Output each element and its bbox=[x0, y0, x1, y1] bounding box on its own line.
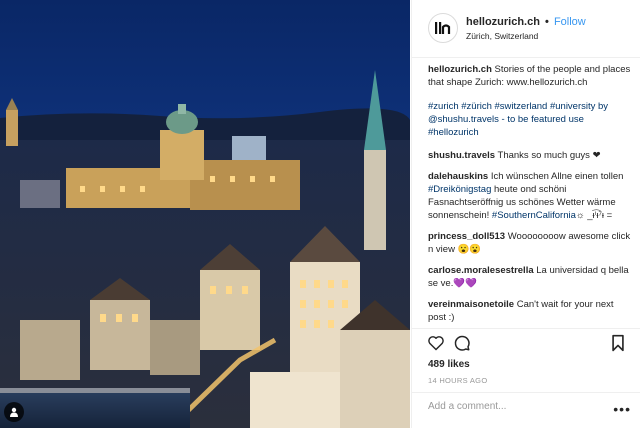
post-timestamp[interactable]: 14 HOURS AGO bbox=[428, 376, 487, 385]
comment-username[interactable]: dalehauskins bbox=[428, 171, 488, 182]
list-item: princess_doll513 Woooooooow awesome clic… bbox=[428, 230, 634, 256]
comment-button[interactable] bbox=[452, 333, 472, 353]
post-side-panel: hellozurich.ch • Follow Zürich, Switzerl… bbox=[411, 0, 640, 428]
comment-username[interactable]: carlose.moralesestrella bbox=[428, 265, 534, 276]
comment-hashtag-2[interactable]: #SouthernCalifornia bbox=[492, 210, 576, 221]
post-header: hellozurich.ch • Follow Zürich, Switzerl… bbox=[412, 0, 640, 58]
caption: hellozurich.ch Stories of the people and… bbox=[428, 63, 634, 139]
list-item: shushu.travels Thanks so much guys ❤ bbox=[428, 149, 634, 162]
header-separator: • bbox=[545, 16, 549, 28]
comments-list: hellozurich.ch Stories of the people and… bbox=[428, 63, 634, 325]
hellozurich-logo-icon bbox=[435, 22, 451, 34]
save-button[interactable] bbox=[608, 333, 628, 353]
comment-username[interactable]: princess_doll513 bbox=[428, 231, 505, 242]
comment-username[interactable]: vereinmaisonetoile bbox=[428, 299, 514, 310]
comment-username[interactable]: shushu.travels bbox=[428, 150, 495, 161]
post-photo[interactable] bbox=[0, 0, 410, 428]
list-item: carlose.moralesestrella La universidad q… bbox=[428, 264, 634, 290]
heart-icon bbox=[428, 336, 444, 351]
comment-icon bbox=[454, 335, 470, 351]
more-options-button[interactable]: ••• bbox=[613, 401, 631, 417]
list-item: dalehauskins Ich wünschen Allne einen to… bbox=[428, 170, 634, 222]
location-link[interactable]: Zürich, Switzerland bbox=[466, 31, 538, 41]
person-tag-icon bbox=[10, 407, 18, 417]
tag-people-button[interactable] bbox=[4, 402, 24, 422]
avatar[interactable] bbox=[428, 13, 458, 43]
likes-count[interactable]: 489 likes bbox=[428, 359, 470, 370]
list-item: vereinmaisonetoile Can't wait for your n… bbox=[428, 298, 634, 324]
header-username[interactable]: hellozurich.ch bbox=[466, 16, 540, 28]
caption-hashtags[interactable]: #zurich #zürich #switzerland #university… bbox=[428, 101, 608, 138]
zurich-night-photo bbox=[0, 0, 410, 428]
comment-text: Ich wünschen Allne einen tollen bbox=[490, 171, 624, 182]
add-comment-input[interactable] bbox=[428, 401, 608, 412]
bookmark-icon bbox=[612, 334, 624, 352]
follow-button[interactable]: Follow bbox=[554, 16, 586, 28]
post-actions: 489 likes 14 HOURS AGO bbox=[412, 328, 640, 388]
add-comment-bar: ••• bbox=[412, 392, 640, 428]
caption-username[interactable]: hellozurich.ch bbox=[428, 64, 492, 75]
like-button[interactable] bbox=[426, 333, 446, 353]
comment-hashtag[interactable]: #Dreikönigstag bbox=[428, 184, 491, 195]
comment-text-3: ☼ _ᵼⁱ͡ᵼ⁷ᵼ = bbox=[575, 210, 613, 221]
comment-text: Thanks so much guys ❤ bbox=[497, 150, 601, 161]
